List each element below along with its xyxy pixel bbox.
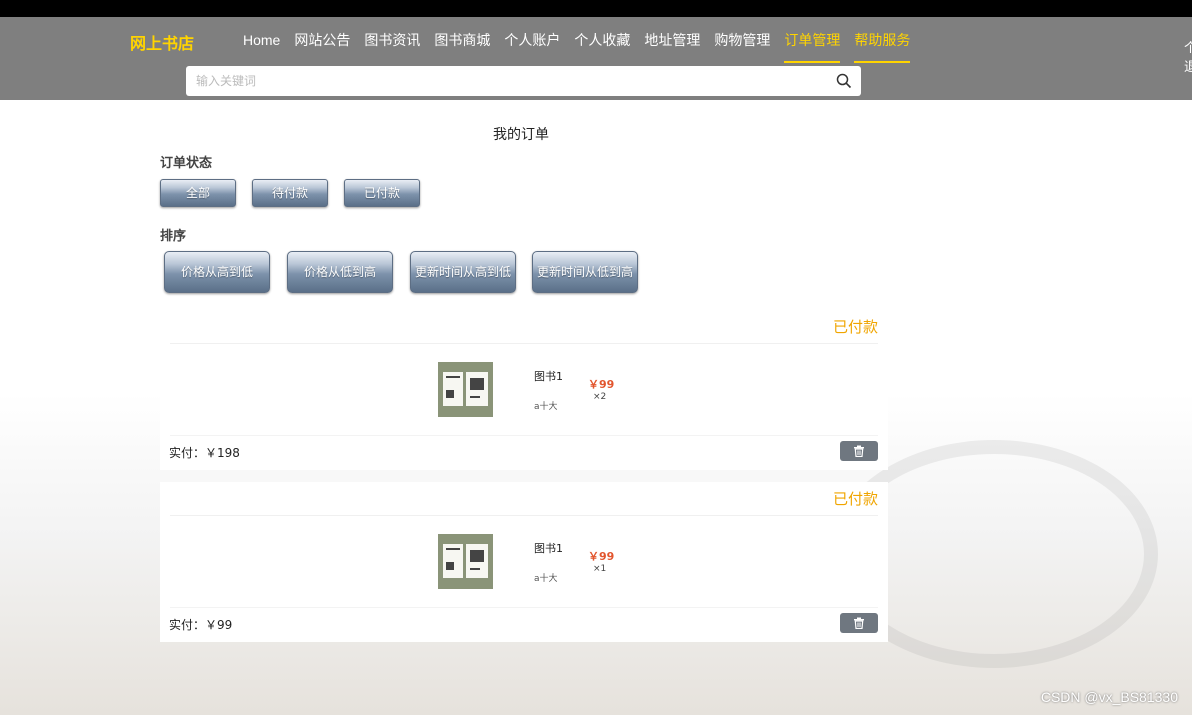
site-logo[interactable]: 网上书店 — [130, 30, 194, 54]
sort-time-desc-button[interactable]: 更新时间从高到低 — [410, 251, 516, 293]
sort-time-asc-button[interactable]: 更新时间从低到高 — [532, 251, 638, 293]
user-menu-edge[interactable]: 个 退 — [1184, 39, 1192, 77]
order-card: 已付款 图书1 a十大 ￥99 ×2 实付：￥198 — [160, 310, 888, 470]
nav-announcements[interactable]: 网站公告 — [287, 17, 357, 63]
order-status: 已付款 — [832, 490, 878, 508]
sort-price-desc-button[interactable]: 价格从高到低 — [164, 251, 270, 293]
book-thumbnail[interactable] — [438, 362, 493, 417]
order-status-label: 订单状态 — [160, 156, 213, 171]
main-nav: Home 网站公告 图书资讯 图书商城 个人账户 个人收藏 地址管理 购物管理 … — [243, 17, 917, 67]
sort-price-asc-button[interactable]: 价格从低到高 — [287, 251, 393, 293]
filter-unpaid-button[interactable]: 待付款 — [252, 179, 328, 207]
book-thumbnail[interactable] — [438, 534, 493, 589]
delete-order-button[interactable] — [840, 613, 878, 633]
delete-order-button[interactable] — [840, 441, 878, 461]
nav-shopping[interactable]: 购物管理 — [707, 17, 777, 63]
watermark: CSDN @vx_BS81330 — [1040, 689, 1178, 705]
book-price: ￥99 — [588, 378, 615, 391]
search-input[interactable] — [186, 66, 836, 96]
book-name[interactable]: 图书1 — [534, 368, 563, 384]
divider — [170, 515, 878, 516]
nav-address[interactable]: 地址管理 — [637, 17, 707, 63]
nav-home[interactable]: Home — [243, 17, 287, 63]
order-total: 实付：￥198 — [169, 446, 240, 460]
sort-label: 排序 — [160, 229, 187, 244]
book-name[interactable]: 图书1 — [534, 540, 563, 556]
order-total: 实付：￥99 — [169, 618, 233, 632]
book-desc: a十大 — [534, 574, 558, 584]
search-icon[interactable] — [836, 73, 852, 89]
nav-orders[interactable]: 订单管理 — [777, 17, 847, 63]
trash-icon — [854, 617, 864, 629]
nav-favorites[interactable]: 个人收藏 — [567, 17, 637, 63]
filter-paid-button[interactable]: 已付款 — [344, 179, 420, 207]
divider — [170, 607, 878, 608]
trash-icon — [854, 445, 864, 457]
nav-personal-account[interactable]: 个人账户 — [497, 17, 567, 63]
search-box — [186, 66, 861, 96]
divider — [170, 343, 878, 344]
logout-link[interactable]: 退 — [1184, 58, 1192, 77]
top-black-bar — [0, 0, 1192, 17]
book-price: ￥99 — [588, 550, 615, 563]
nav-help[interactable]: 帮助服务 — [847, 17, 917, 63]
divider — [170, 435, 878, 436]
nav-book-news[interactable]: 图书资讯 — [357, 17, 427, 63]
filter-all-button[interactable]: 全部 — [160, 179, 236, 207]
order-card: 已付款 图书1 a十大 ￥99 ×1 实付：￥99 — [160, 482, 888, 642]
book-quantity: ×1 — [593, 564, 607, 574]
book-quantity: ×2 — [593, 392, 607, 402]
nav-book-mall[interactable]: 图书商城 — [427, 17, 497, 63]
header: 网上书店 Home 网站公告 图书资讯 图书商城 个人账户 个人收藏 地址管理 … — [0, 17, 1192, 100]
book-desc: a十大 — [534, 402, 558, 412]
order-status: 已付款 — [832, 318, 878, 336]
user-center-link[interactable]: 个 — [1184, 39, 1192, 58]
page-title: 我的订单 — [493, 127, 549, 143]
